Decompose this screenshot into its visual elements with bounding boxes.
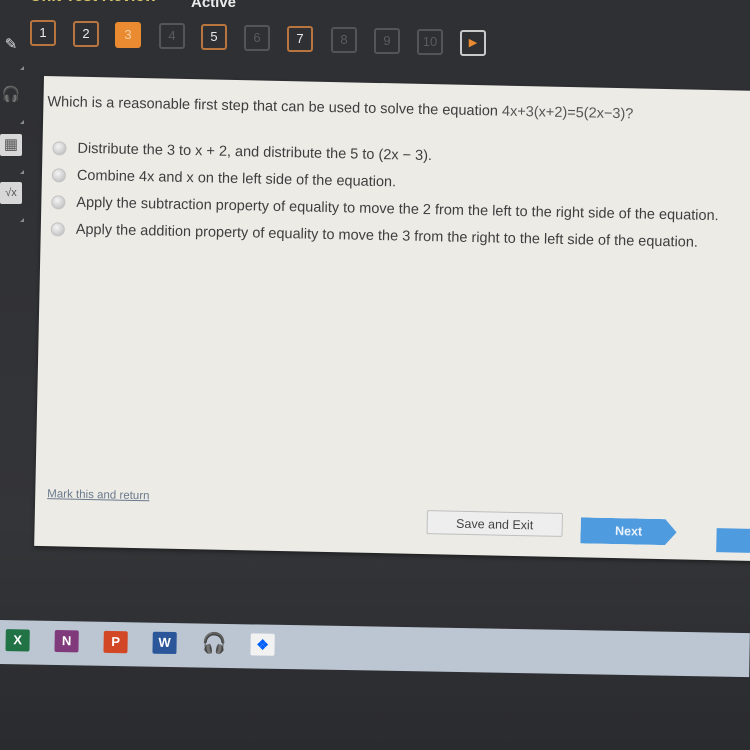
question-6-button: 6 <box>244 25 270 51</box>
expand-corner-icon <box>20 66 24 70</box>
question-8-button: 8 <box>331 27 357 53</box>
status-label: Active <box>191 0 237 11</box>
option-label: Distribute the 3 to x + 2, and distribut… <box>77 140 433 164</box>
word-icon[interactable]: W <box>152 631 177 655</box>
taskbar: X N P W 🎧 ❖ <box>0 620 750 678</box>
question-10-button: 10 <box>417 29 443 55</box>
onenote-icon[interactable]: N <box>54 629 79 653</box>
radio-button[interactable] <box>51 194 66 209</box>
question-9-button: 9 <box>374 28 400 54</box>
headphones-icon[interactable]: 🎧 <box>0 84 22 106</box>
pencil-icon[interactable]: ✎ <box>0 34 22 56</box>
mark-and-return-link[interactable]: Mark this and return <box>47 488 149 502</box>
dropbox-icon[interactable]: ❖ <box>250 633 275 656</box>
question-3-button[interactable]: 3 <box>115 22 141 48</box>
expand-corner-icon <box>20 170 24 174</box>
question-2-button[interactable]: 2 <box>73 21 99 47</box>
question-prompt: Which is a reasonable first step that ca… <box>47 94 633 122</box>
question-panel: Which is a reasonable first step that ca… <box>34 76 750 561</box>
powerpoint-icon[interactable]: P <box>103 630 128 654</box>
header-bar: Unit Test Review Active 1 2 3 4 5 6 7 8 … <box>0 0 750 84</box>
excel-icon[interactable]: X <box>5 629 30 652</box>
question-text: Which is a reasonable first step that ca… <box>47 94 499 120</box>
answer-options: Distribute the 3 to x + 2, and distribut… <box>50 134 721 256</box>
calculator-icon[interactable]: ▦ <box>0 134 22 156</box>
question-4-button: 4 <box>159 23 185 49</box>
option-label: Combine 4x and x on the left side of the… <box>76 167 397 190</box>
question-equation: 4x+3(x+2)=5(2x−3)? <box>501 103 634 123</box>
question-5-button[interactable]: 5 <box>201 24 227 50</box>
submit-button-partial[interactable] <box>716 528 750 554</box>
radio-button[interactable] <box>51 167 67 182</box>
test-title: Unit Test Review <box>30 0 157 6</box>
question-7-button[interactable]: 7 <box>287 26 313 52</box>
next-button[interactable]: Next <box>580 517 677 545</box>
question-1-button[interactable]: 1 <box>30 20 56 46</box>
expand-corner-icon <box>20 120 24 124</box>
audacity-icon[interactable]: 🎧 <box>201 633 226 655</box>
expand-corner-icon <box>20 218 24 222</box>
screen: Unit Test Review Active 1 2 3 4 5 6 7 8 … <box>0 0 750 750</box>
next-page-arrow-button[interactable]: ▶ <box>460 30 486 56</box>
radio-button[interactable] <box>52 140 67 155</box>
math-formula-icon[interactable]: √x <box>0 182 22 204</box>
save-and-exit-button[interactable]: Save and Exit <box>426 510 563 537</box>
play-arrow-icon: ▶ <box>468 37 478 49</box>
radio-button[interactable] <box>50 221 65 236</box>
tool-rail: ✎ 🎧 ▦ √x <box>0 30 26 230</box>
